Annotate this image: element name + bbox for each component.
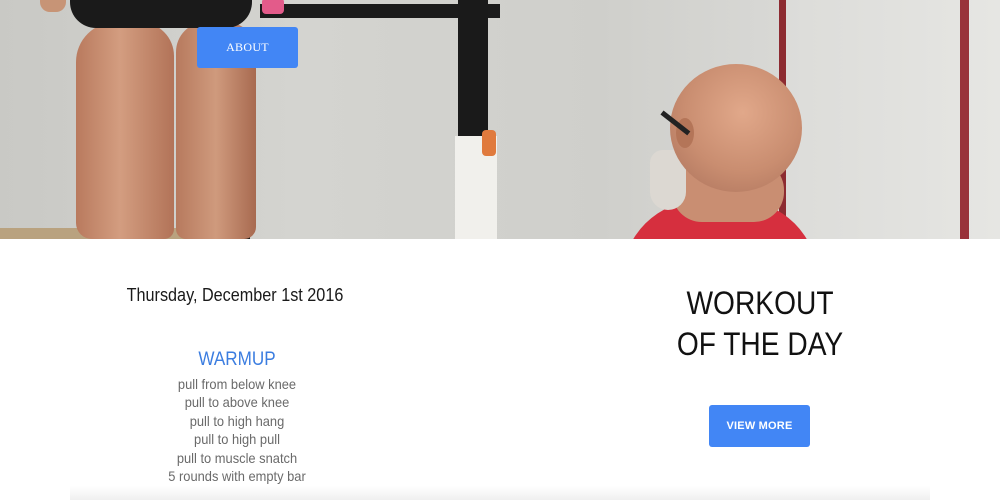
wod-heading-line: WORKOUT	[686, 285, 834, 321]
view-more-button[interactable]: VIEW MORE	[709, 405, 810, 447]
hero-rack-post	[458, 0, 488, 140]
card-edge-shadow	[70, 486, 930, 500]
warmup-item: 5 rounds with empty bar	[168, 468, 306, 485]
warmup-item: pull from below knee	[177, 376, 297, 392]
hero-athlete-wrap	[262, 0, 284, 14]
warmup-item: pull to above knee	[184, 394, 290, 411]
about-button[interactable]: ABOUT	[197, 27, 298, 68]
warmup-item: pull to high pull	[194, 431, 280, 448]
hero-athlete-shorts	[70, 0, 252, 28]
warmup-item: pull to muscle snatch	[176, 449, 298, 466]
hero-athlete-hand	[40, 0, 66, 12]
hero-image	[0, 0, 1000, 239]
hero-rack-clip	[482, 130, 496, 156]
hero-athlete-leg	[76, 22, 174, 239]
workout-date: Thursday, December 1st 2016	[126, 285, 344, 305]
warmup-item: pull to high hang	[189, 412, 285, 429]
wod-heading-line: OF THE DAY	[676, 326, 844, 362]
hero-red-pipe	[960, 0, 969, 239]
workout-of-the-day-heading: WORKOUT OF THE DAY	[654, 283, 865, 365]
warmup-list: pull from below knee pull to above knee …	[117, 375, 357, 485]
warmup-heading: WARMUP	[198, 349, 276, 370]
